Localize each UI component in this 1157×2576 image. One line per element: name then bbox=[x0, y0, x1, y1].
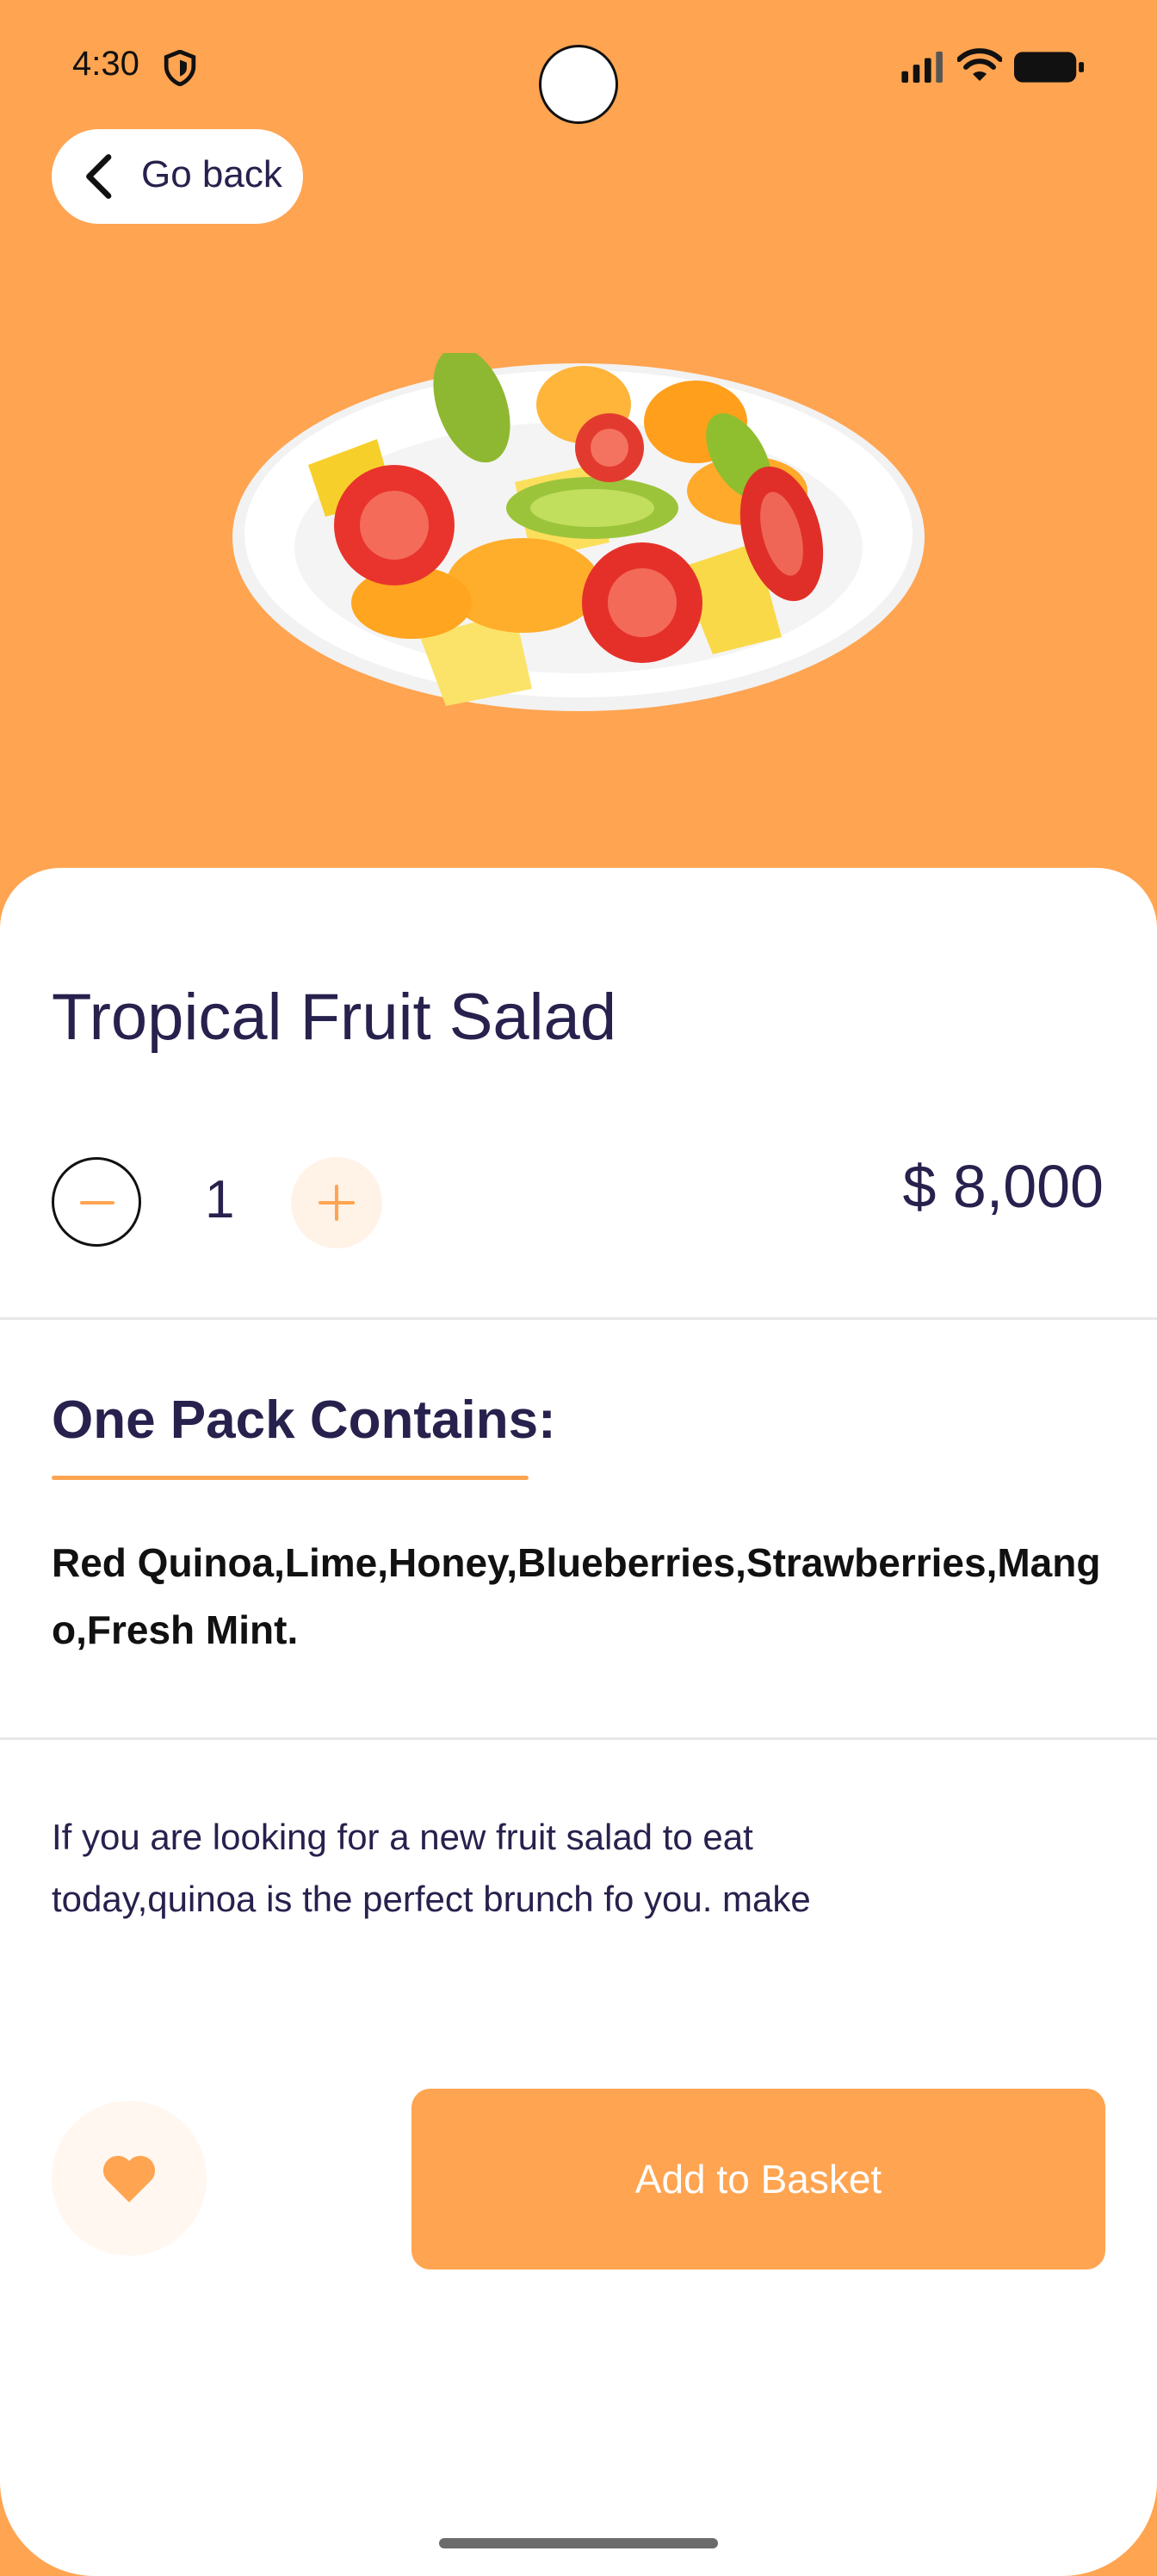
contains-heading: One Pack Contains: bbox=[52, 1390, 556, 1450]
go-back-label: Go back bbox=[141, 153, 282, 195]
heart-icon bbox=[102, 2155, 156, 2202]
product-description: If you are looking for a new fruit salad… bbox=[52, 1817, 811, 1919]
phone-screen: 4:30 Go back Tropical Fruit Salad 1 $ 8,… bbox=[0, 0, 1157, 2576]
decrease-quantity-button[interactable] bbox=[52, 1157, 141, 1247]
increase-quantity-button[interactable] bbox=[291, 1157, 382, 1248]
shield-icon bbox=[164, 50, 196, 86]
camera-cutout bbox=[539, 45, 618, 124]
contains-list: Red Quinoa,Lime,Honey,Blueberries,Strawb… bbox=[52, 1540, 1101, 1652]
go-back-button[interactable]: Go back bbox=[52, 129, 303, 224]
status-bar: 4:30 bbox=[0, 0, 1157, 129]
quantity-value: 1 bbox=[205, 1170, 235, 1229]
signal-icon bbox=[901, 51, 943, 83]
battery-icon bbox=[1014, 52, 1085, 83]
product-title: Tropical Fruit Salad bbox=[52, 981, 617, 1054]
fruit-salad-image bbox=[232, 353, 925, 711]
add-to-basket-button[interactable]: Add to Basket bbox=[411, 2089, 1105, 2269]
status-time: 4:30 bbox=[72, 45, 139, 83]
wifi-icon bbox=[957, 48, 1002, 81]
contains-heading-underline bbox=[52, 1476, 529, 1480]
product-price: $ 8,000 bbox=[902, 1153, 1104, 1220]
product-details-sheet: Tropical Fruit Salad 1 $ 8,000 One Pack … bbox=[0, 868, 1157, 2576]
divider bbox=[0, 1317, 1157, 1320]
chevron-left-icon bbox=[86, 154, 112, 199]
home-indicator[interactable] bbox=[439, 2538, 718, 2548]
favorite-button[interactable] bbox=[52, 2101, 207, 2256]
divider bbox=[0, 1737, 1157, 1740]
